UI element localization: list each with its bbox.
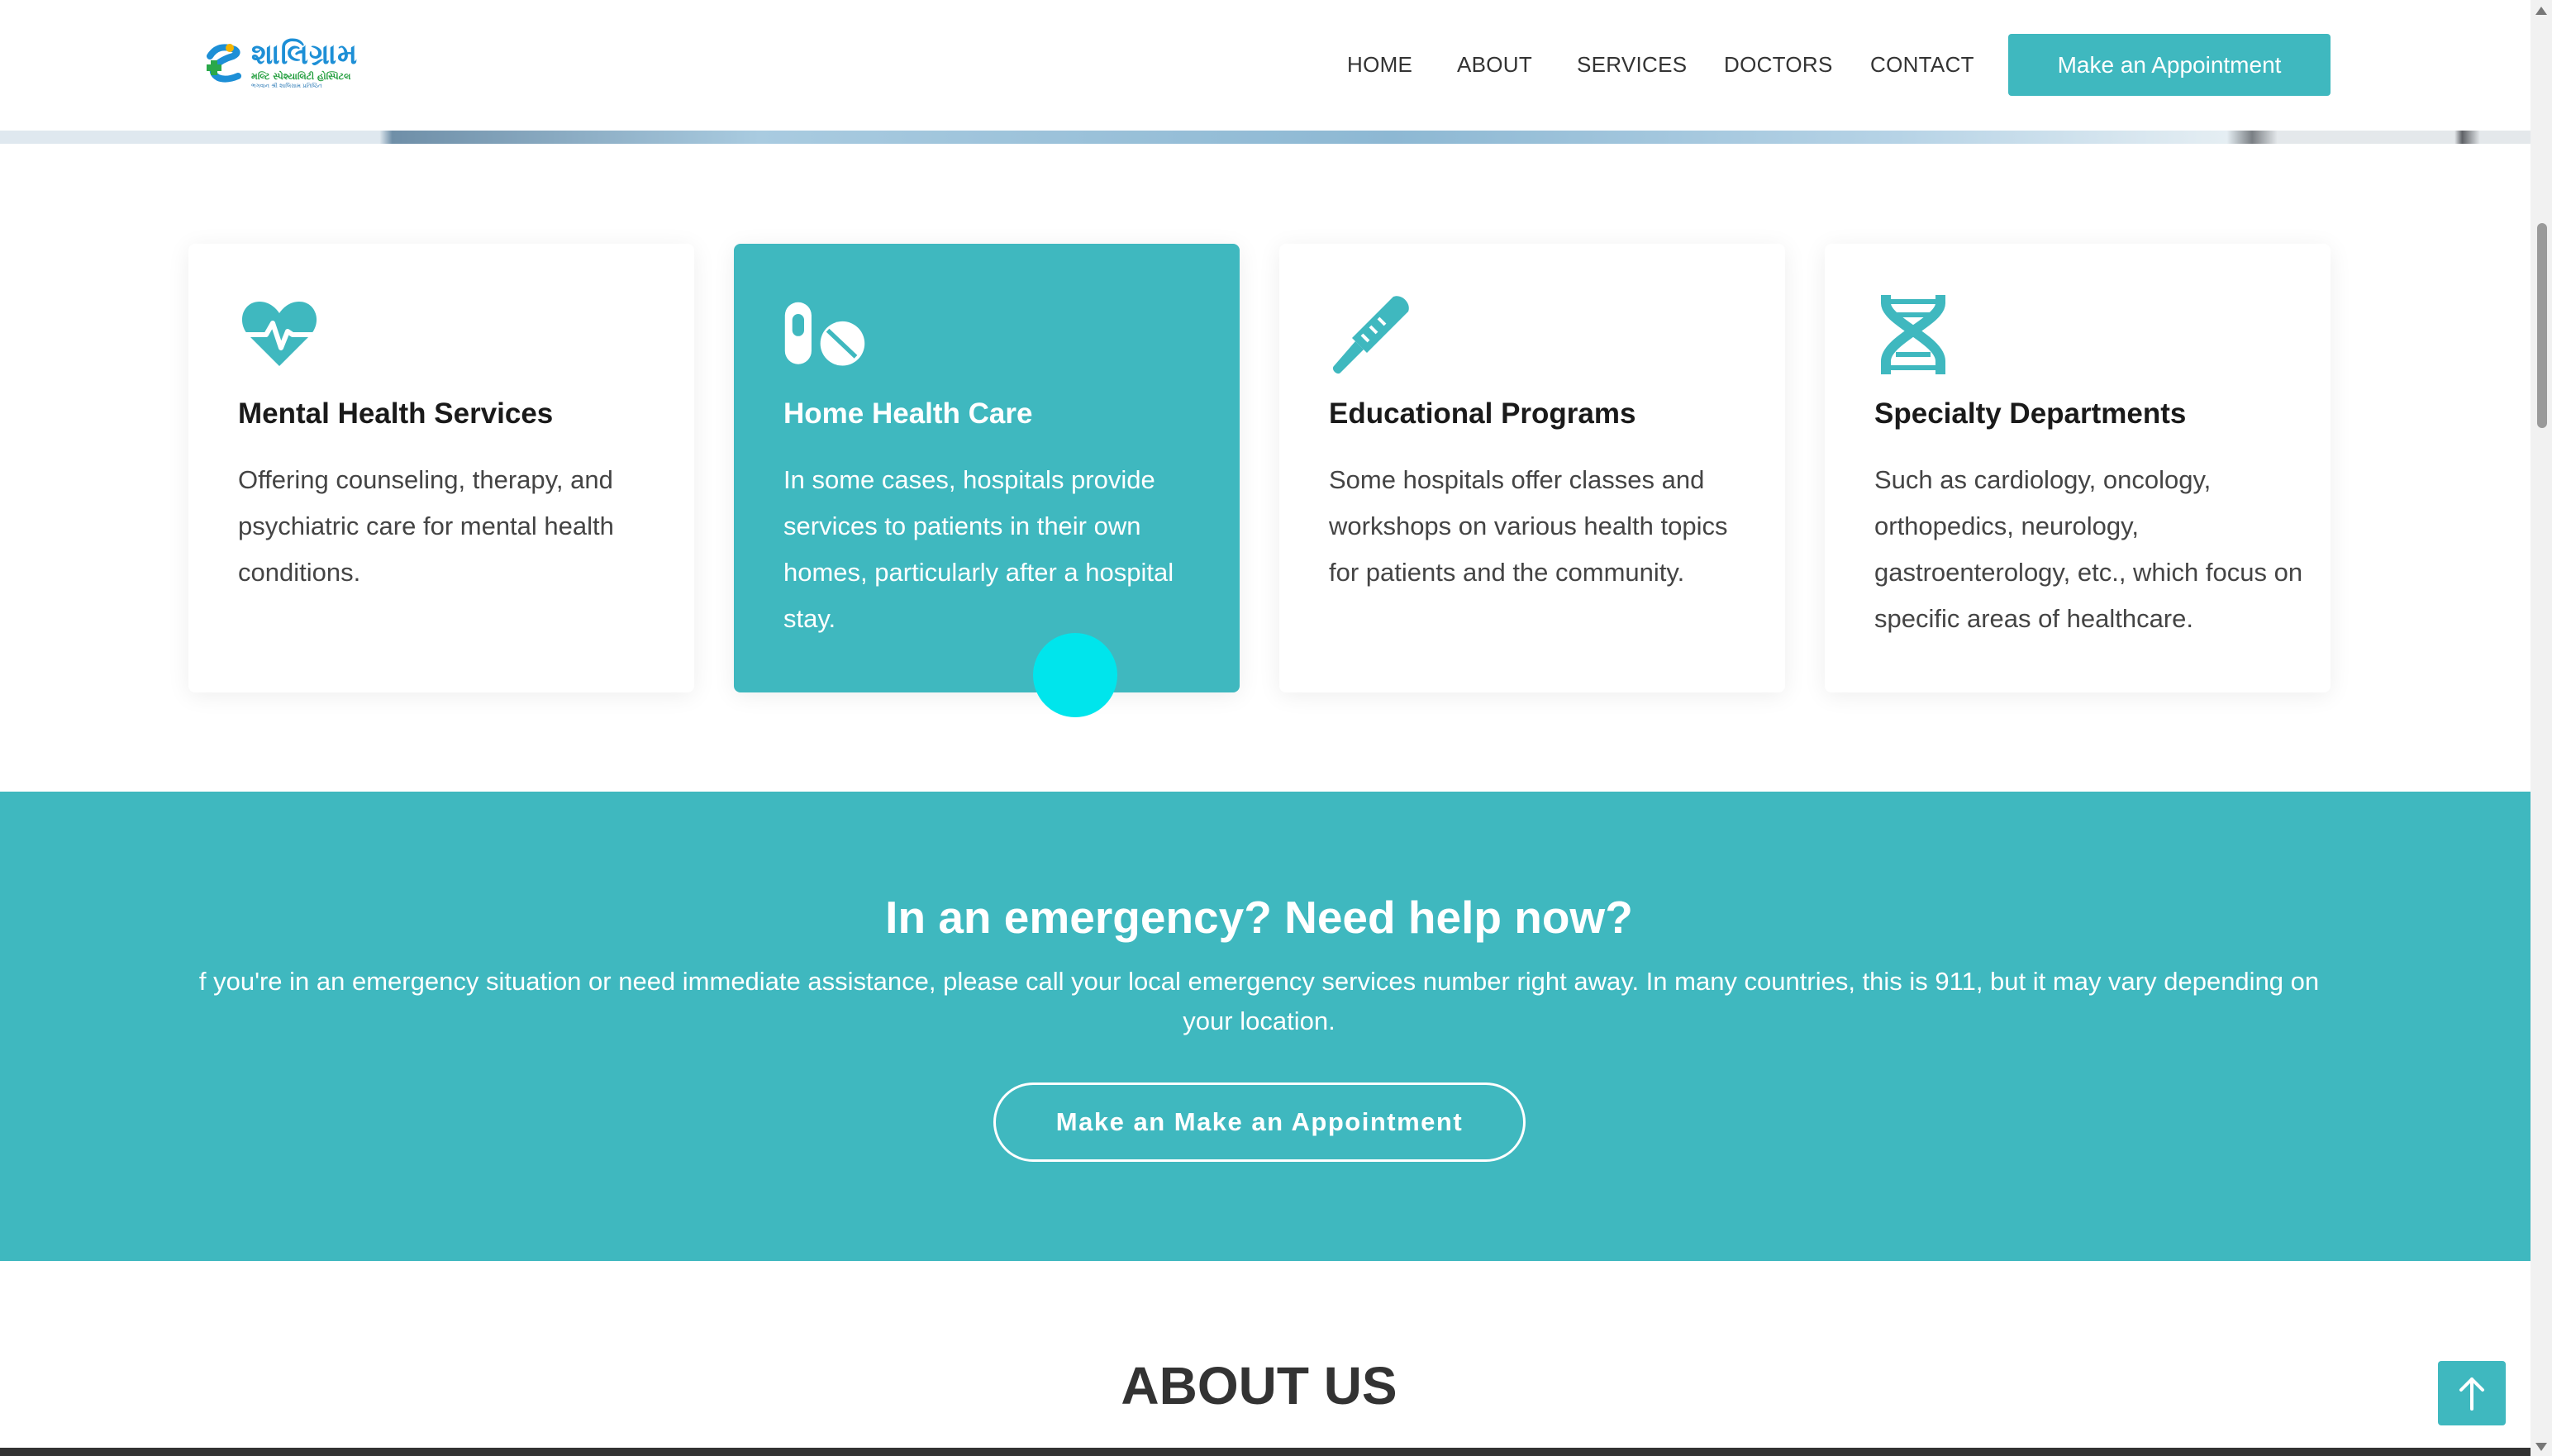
scroll-up-arrow-icon[interactable] xyxy=(2535,7,2547,15)
nav-about[interactable]: ABOUT xyxy=(1457,52,1532,78)
heart-pulse-icon xyxy=(241,302,317,366)
service-card-mental-health[interactable]: Mental Health Services Offering counseli… xyxy=(188,244,694,692)
emergency-title: In an emergency? Need help now? xyxy=(885,892,1633,943)
nav-contact[interactable]: CONTACT xyxy=(1870,52,1974,78)
service-card-specialty[interactable]: Specialty Departments Such as cardiology… xyxy=(1825,244,2331,692)
arrow-up-icon xyxy=(2459,1377,2484,1411)
about-us-title: ABOUT US xyxy=(1121,1356,1397,1416)
page-scrollbar[interactable] xyxy=(2531,0,2552,1456)
scroll-down-arrow-icon[interactable] xyxy=(2535,1443,2547,1451)
site-header: શાલિગ્રામ મલ્ટિ સ્પેશ્યાલિટી હોસ્પિટલ ભગ… xyxy=(0,0,2531,131)
dna-icon xyxy=(1881,295,1945,374)
card-description: Some hospitals offer classes and worksho… xyxy=(1329,465,1728,587)
page-bottom-edge xyxy=(0,1448,2531,1456)
nav-services[interactable]: SERVICES xyxy=(1577,52,1687,78)
cursor-indicator xyxy=(1033,633,1117,717)
logo-subtext: મલ્ટિ સ્પેશ્યાલિટી હોસ્પિટલ xyxy=(251,71,351,82)
card-description: In some cases, hospitals provide service… xyxy=(783,465,1174,633)
service-card-home-health[interactable]: Home Health Care In some cases, hospital… xyxy=(734,244,1240,692)
nav-doctors[interactable]: DOCTORS xyxy=(1724,52,1833,78)
card-description: Such as cardiology, oncology, orthopedic… xyxy=(1874,465,2303,633)
emergency-section: In an emergency? Need help now? f you're… xyxy=(0,792,2531,1261)
logo-tagline: ભગવાન શ્રી શાલિગ્રામ પ્રતિષ્ઠિત xyxy=(251,83,322,89)
logo-text: શાલિગ્રામ xyxy=(251,38,359,71)
emergency-text: f you're in an emergency situation or ne… xyxy=(198,967,2320,1035)
scroll-to-top-button[interactable] xyxy=(2438,1361,2506,1425)
card-title: Home Health Care xyxy=(783,397,1033,430)
thermometer-icon xyxy=(1332,296,1409,374)
card-description: Offering counseling, therapy, and psychi… xyxy=(238,465,614,587)
site-logo[interactable]: શાલિગ્રામ મલ્ટિ સ્પેશ્યાલિટી હોસ્પિટલ ભગ… xyxy=(202,36,392,93)
scrollbar-thumb[interactable] xyxy=(2537,223,2547,428)
emergency-appointment-button[interactable]: Make an Make an Appointment xyxy=(993,1082,1526,1162)
card-title: Mental Health Services xyxy=(238,397,554,430)
nav-home[interactable]: HOME xyxy=(1347,52,1412,78)
hero-image-strip xyxy=(0,131,2531,144)
make-appointment-button[interactable]: Make an Appointment xyxy=(2008,34,2331,96)
logo-mark-icon xyxy=(207,44,241,83)
service-card-educational[interactable]: Educational Programs Some hospitals offe… xyxy=(1279,244,1785,692)
pills-icon xyxy=(784,302,865,366)
card-title: Educational Programs xyxy=(1329,397,1636,430)
card-title: Specialty Departments xyxy=(1874,397,2187,430)
